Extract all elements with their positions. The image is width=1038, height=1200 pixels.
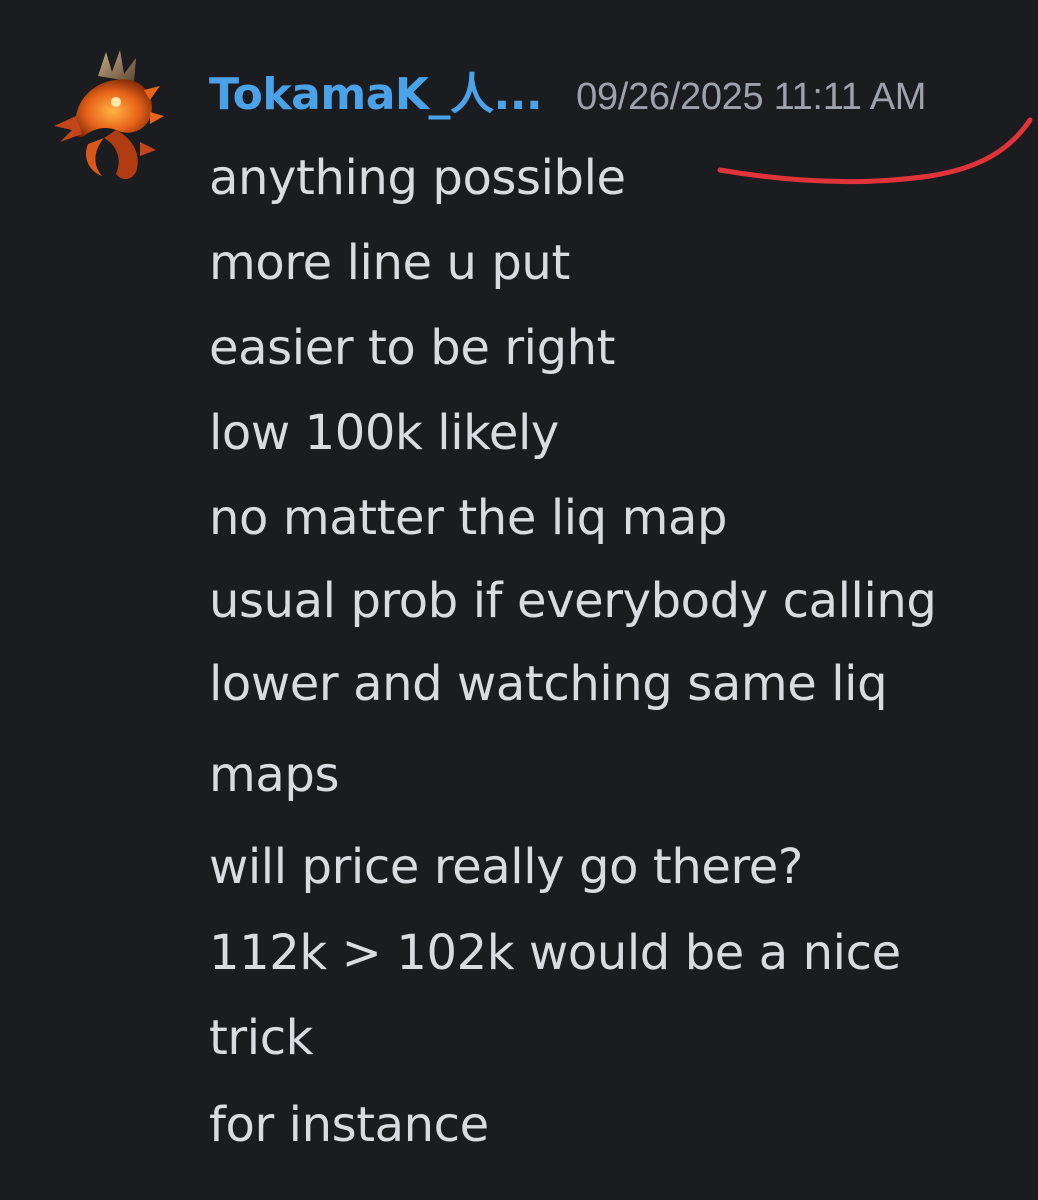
message-line: trick [209, 1010, 314, 1066]
user-avatar[interactable] [46, 46, 164, 184]
message-line: for instance [209, 1097, 489, 1153]
message-line: no matter the liq map [209, 490, 728, 546]
message-line: maps [209, 747, 340, 803]
message-line: will price really go there? [209, 839, 803, 895]
dragon-avatar-icon [54, 50, 164, 180]
message-body: anything possible more line u put easier… [209, 136, 1009, 1168]
message-line: lower and watching same liq [209, 656, 888, 712]
message-line: 112k > 102k would be a nice [209, 925, 901, 981]
author-username[interactable]: TokamaK_人... [209, 58, 543, 122]
message-line: anything possible [209, 150, 626, 206]
message-line: usual prob if everybody calling [209, 573, 937, 629]
message-line: easier to be right [209, 320, 616, 376]
message-header: TokamaK_人... 09/26/2025 11:11 AM [209, 58, 926, 128]
message-line: more line u put [209, 235, 570, 291]
message-line: low 100k likely [209, 405, 559, 461]
message-timestamp: 09/26/2025 11:11 AM [576, 76, 927, 118]
